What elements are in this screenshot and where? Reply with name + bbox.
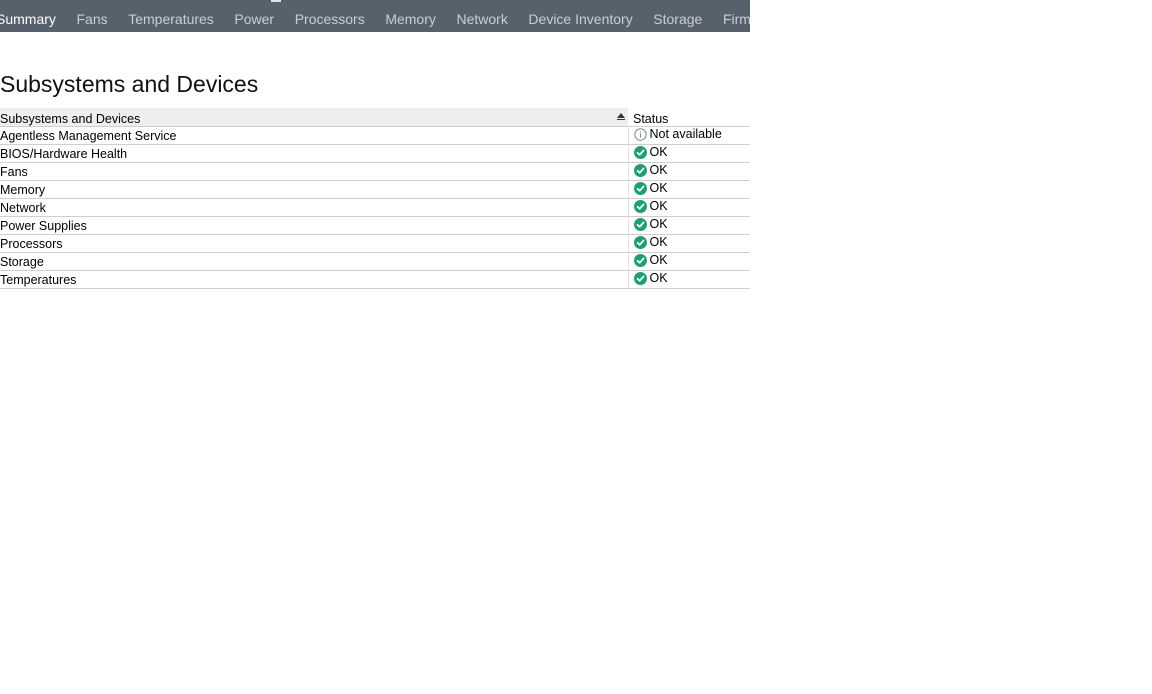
- table-row[interactable]: Processors OK: [0, 234, 750, 253]
- subsystem-status: OK: [627, 198, 750, 217]
- content-viewport: Summary Fans Temperatures Power Processors Me…: [0, 0, 750, 694]
- table-row[interactable]: Temperatures OK: [0, 270, 750, 289]
- subsystem-status: OK: [627, 234, 750, 253]
- status-text: OK: [649, 253, 668, 268]
- subsystem-status: OK: [627, 252, 750, 271]
- subsystem-status: OK: [627, 144, 750, 163]
- subsystem-name[interactable]: BIOS/Hardware Health: [0, 144, 628, 163]
- status-text: OK: [649, 163, 668, 178]
- ok-check-icon: [633, 145, 647, 159]
- tab-fans[interactable]: Fans: [77, 0, 108, 26]
- ok-check-icon: [633, 271, 647, 285]
- ok-check-icon: [633, 199, 647, 213]
- ok-check-icon: [633, 253, 647, 267]
- table-row[interactable]: Storage OK: [0, 252, 750, 271]
- table-row[interactable]: Memory OK: [0, 180, 750, 199]
- table-row[interactable]: Network OK: [0, 198, 750, 217]
- tab-memory[interactable]: Memory: [385, 0, 436, 26]
- subsystem-name[interactable]: Power Supplies: [0, 216, 628, 235]
- status-text: OK: [649, 217, 668, 232]
- ok-check-icon: [633, 163, 647, 177]
- tab-processors[interactable]: Processors: [295, 0, 365, 26]
- ok-check-icon: [633, 181, 647, 195]
- table-row[interactable]: BIOS/Hardware Health OK: [0, 144, 750, 163]
- column-header-subsystems[interactable]: Subsystems and Devices: [0, 108, 628, 127]
- tab-summary[interactable]: Summary: [0, 0, 56, 26]
- subsystem-name[interactable]: Temperatures: [0, 270, 628, 289]
- status-text: Not available: [649, 127, 722, 142]
- status-text: OK: [649, 181, 668, 196]
- subsystem-name[interactable]: Storage: [0, 252, 628, 271]
- subsystem-name[interactable]: Network: [0, 198, 628, 217]
- column-header-status[interactable]: Status: [628, 108, 750, 127]
- tab-storage[interactable]: Storage: [653, 0, 702, 26]
- status-text: OK: [649, 145, 668, 160]
- subsystem-name[interactable]: Memory: [0, 180, 628, 199]
- status-text: OK: [649, 271, 668, 286]
- tab-device-inventory[interactable]: Device Inventory: [528, 0, 632, 26]
- status-text: OK: [649, 199, 668, 214]
- tab-firmware[interactable]: Firmware: [723, 0, 750, 26]
- page-title: Subsystems and Devices: [0, 71, 259, 97]
- scrolled-header-remnant: [271, 0, 281, 2]
- subsystems-table: Subsystems and Devices Status Agentless …: [0, 108, 750, 289]
- tab-power[interactable]: Power: [234, 0, 274, 26]
- column-header-subsystems-label: Subsystems and Devices: [0, 112, 141, 126]
- tab-network[interactable]: Network: [456, 0, 507, 26]
- table-row[interactable]: Power Supplies OK: [0, 216, 750, 235]
- info-icon: [633, 128, 647, 141]
- subsystem-name[interactable]: Processors: [0, 234, 628, 253]
- table-row[interactable]: Agentless Management Service Not availab…: [0, 126, 750, 145]
- subsystem-status: OK: [627, 270, 750, 289]
- ok-check-icon: [633, 217, 647, 231]
- ok-check-icon: [633, 235, 647, 249]
- subsystem-status: Not available: [627, 126, 750, 145]
- subsystem-name[interactable]: Fans: [0, 162, 628, 181]
- subsystem-status: OK: [627, 180, 750, 199]
- column-header-status-label: Status: [633, 112, 669, 126]
- subsystem-status: OK: [627, 162, 750, 181]
- subsystem-status: OK: [627, 216, 750, 235]
- subsystem-name[interactable]: Agentless Management Service: [0, 126, 628, 145]
- sort-ascending-icon[interactable]: [617, 113, 625, 120]
- tab-temperatures[interactable]: Temperatures: [128, 0, 214, 26]
- status-text: OK: [649, 235, 668, 250]
- subsystem-tab-bar: Summary Fans Temperatures Power Processors Me…: [0, 0, 750, 32]
- table-header-row: Subsystems and Devices Status: [0, 108, 750, 127]
- table-row[interactable]: Fans OK: [0, 162, 750, 181]
